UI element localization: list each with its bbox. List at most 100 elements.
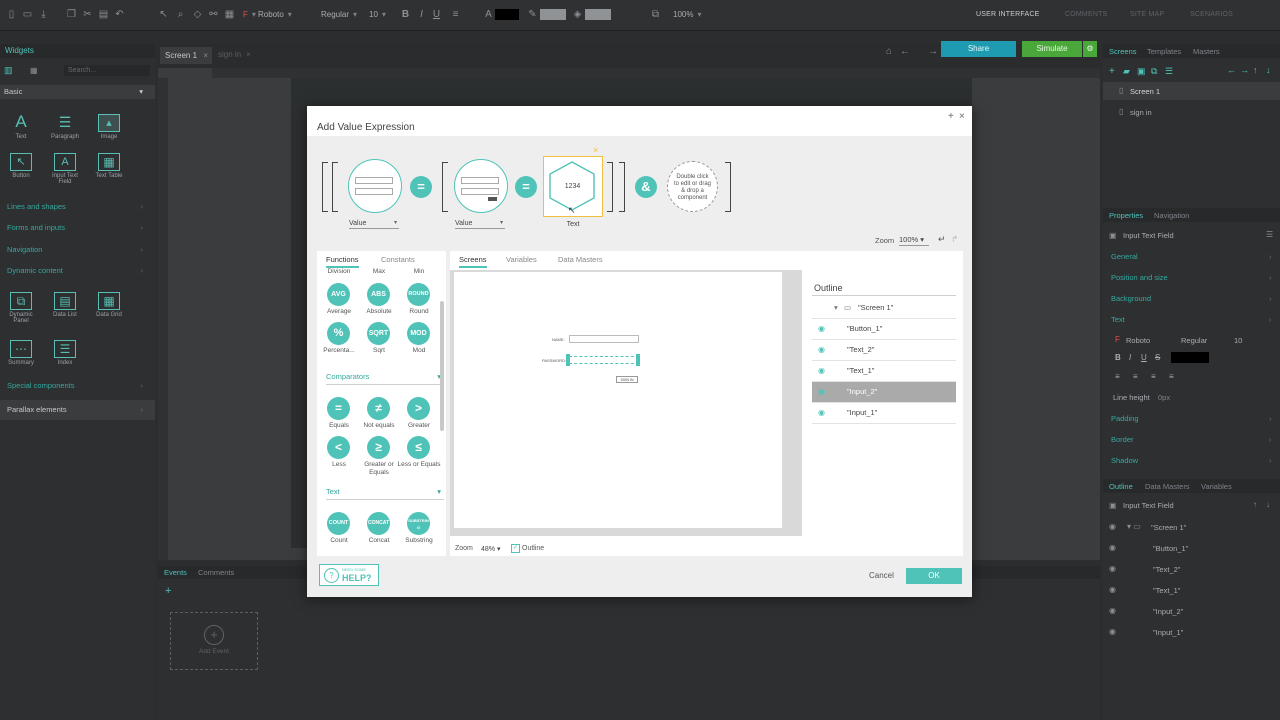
- tab-screens[interactable]: Screens: [1109, 47, 1137, 56]
- section-navigation[interactable]: Navigation: [0, 240, 155, 260]
- eye-icon[interactable]: ◉: [818, 382, 825, 402]
- drop-zone[interactable]: Double click to edit or drag & drop a co…: [667, 161, 718, 212]
- properties-menu-icon[interactable]: ☰: [1266, 230, 1273, 239]
- outline-item[interactable]: ◉ ▾ ▭ "Screen 1": [1103, 518, 1280, 536]
- outline-item[interactable]: ◉ "Input_2": [1103, 602, 1280, 620]
- arrange-icon[interactable]: ⧉: [650, 9, 661, 20]
- undo-icon[interactable]: ↶: [114, 9, 125, 20]
- fn-greater-button[interactable]: >: [407, 397, 430, 420]
- simulate-settings-icon[interactable]: ⚙: [1083, 41, 1097, 57]
- redo-icon[interactable]: ↱: [951, 234, 959, 245]
- link-icon[interactable]: ⚯: [208, 9, 219, 20]
- line-height-input[interactable]: 0px: [1158, 393, 1170, 402]
- prop-font-family[interactable]: Roboto: [1126, 336, 1150, 345]
- widget-data-grid[interactable]: ▦ Data Grid: [91, 292, 127, 318]
- download-icon[interactable]: ⤓: [38, 9, 49, 20]
- prop-shadow[interactable]: Shadow: [1111, 456, 1272, 465]
- menu-icon[interactable]: ▯: [6, 9, 17, 20]
- resize-handle-right[interactable]: [636, 354, 640, 366]
- image-icon[interactable]: ▦: [224, 9, 235, 20]
- outline-item[interactable]: ◉ "Text_2": [1103, 560, 1280, 578]
- equals-operator-1[interactable]: =: [410, 176, 432, 198]
- fn-mod-button[interactable]: MOD: [407, 322, 430, 345]
- widget-search-input[interactable]: Search...: [64, 65, 150, 76]
- prop-general[interactable]: General: [1111, 252, 1270, 261]
- move-up-icon[interactable]: ↑: [1253, 500, 1257, 509]
- outline-row-button-1[interactable]: ◉ "Button_1": [812, 319, 956, 340]
- prop-padding[interactable]: Padding: [1111, 414, 1269, 423]
- add-event-button[interactable]: + Add Event: [170, 612, 258, 670]
- move-right-icon[interactable]: →: [1240, 65, 1249, 75]
- paste-icon[interactable]: ▤: [98, 9, 109, 20]
- tab-properties[interactable]: Properties: [1109, 211, 1143, 220]
- bold-icon[interactable]: B: [400, 9, 411, 20]
- help-button[interactable]: ? NEED SOME HELP?: [319, 564, 379, 586]
- tab-outline[interactable]: Outline: [1109, 482, 1133, 491]
- widget-text-table[interactable]: ▦ Text Table: [91, 153, 127, 179]
- move-down-icon[interactable]: ↓: [1266, 500, 1270, 509]
- tab-masters[interactable]: Masters: [1193, 47, 1220, 56]
- prop-background[interactable]: Background: [1111, 294, 1272, 303]
- section-special-components[interactable]: Special components: [0, 376, 155, 396]
- menu-comments[interactable]: COMMENTS: [1065, 11, 1107, 18]
- tab-data-masters[interactable]: Data Masters: [558, 255, 603, 264]
- preview-sign-in-button[interactable]: SIGN IN: [616, 376, 638, 383]
- fn-absolute-button[interactable]: ABS: [367, 283, 390, 306]
- pointer-icon[interactable]: ↖: [158, 9, 169, 20]
- close-icon[interactable]: ×: [246, 50, 251, 59]
- screen-tool-icon[interactable]: ▰: [1123, 66, 1130, 77]
- close-icon[interactable]: ×: [959, 111, 965, 122]
- bold-icon[interactable]: B: [1115, 353, 1121, 362]
- tab-variables[interactable]: Variables: [506, 255, 537, 264]
- screen-item-screen-1[interactable]: ▯ Screen 1: [1103, 82, 1280, 100]
- prop-text-color-swatch[interactable]: [1171, 352, 1209, 363]
- preview-zoom-select[interactable]: 48% ▾: [481, 545, 500, 553]
- section-lines-and-shapes[interactable]: Lines and shapes: [0, 197, 155, 217]
- eraser-icon[interactable]: ◇: [192, 9, 203, 20]
- section-forms-and-inputs[interactable]: Forms and inputs: [0, 218, 155, 238]
- eye-icon[interactable]: ◉: [818, 361, 825, 381]
- grid-view-icon[interactable]: ▦: [30, 66, 38, 75]
- and-operator[interactable]: &: [635, 176, 657, 198]
- move-down-icon[interactable]: ↓: [1266, 65, 1271, 75]
- share-button[interactable]: Share: [941, 41, 1016, 57]
- cancel-button[interactable]: Cancel: [869, 571, 894, 580]
- tab-constants[interactable]: Constants: [381, 255, 415, 264]
- new-file-icon[interactable]: ▭: [22, 9, 33, 20]
- outline-row-input-1[interactable]: ◉ "Input_1": [812, 403, 956, 424]
- tab-navigation[interactable]: Navigation: [1154, 211, 1189, 220]
- value-select-1[interactable]: Value: [349, 219, 399, 229]
- section-dynamic-content[interactable]: Dynamic content: [0, 261, 155, 281]
- add-icon[interactable]: +: [165, 585, 171, 597]
- text-color-icon[interactable]: A: [483, 9, 494, 20]
- screen-item-sign-in[interactable]: ▯ sign in: [1103, 104, 1280, 120]
- add-screen-icon[interactable]: +: [1109, 66, 1115, 77]
- value-slot-1[interactable]: [348, 159, 402, 213]
- font-size-select[interactable]: 10: [369, 8, 393, 21]
- outline-row-text-1[interactable]: ◉ "Text_1": [812, 361, 956, 382]
- widget-dynamic-panel[interactable]: ⧉ Dynamic Panel: [3, 292, 39, 324]
- ok-button[interactable]: OK: [906, 568, 962, 584]
- underline-icon[interactable]: U: [431, 9, 442, 20]
- eye-icon[interactable]: ◉: [1109, 606, 1116, 615]
- tab-events[interactable]: Events: [164, 568, 187, 577]
- eye-icon[interactable]: ◉: [1109, 585, 1116, 594]
- eye-icon[interactable]: ◉: [1109, 522, 1116, 531]
- preview-password-input-selected[interactable]: [569, 356, 639, 364]
- fn-greater-or-equals-button[interactable]: ≥: [367, 436, 390, 459]
- prop-border[interactable]: Border: [1111, 435, 1268, 444]
- fill-color-icon[interactable]: ◈: [572, 9, 583, 20]
- align-right-icon[interactable]: ≡: [1151, 372, 1156, 381]
- eye-icon[interactable]: ◉: [1109, 564, 1116, 573]
- font-weight-select[interactable]: Regular: [321, 8, 363, 21]
- equals-operator-2[interactable]: =: [515, 176, 537, 198]
- cut-icon[interactable]: ✂: [82, 9, 93, 20]
- widget-text[interactable]: A Text: [3, 113, 39, 140]
- stroke-color-icon[interactable]: ✎: [527, 9, 538, 20]
- prop-font-weight[interactable]: Regular: [1181, 336, 1207, 345]
- text-slot-selected[interactable]: 1234 ↖: [543, 156, 603, 217]
- fn-less-or-equals-button[interactable]: ≤: [407, 436, 430, 459]
- menu-site-map[interactable]: SITE MAP: [1130, 11, 1164, 18]
- value-select-2[interactable]: Value: [455, 219, 505, 229]
- tab-comments[interactable]: Comments: [198, 568, 234, 577]
